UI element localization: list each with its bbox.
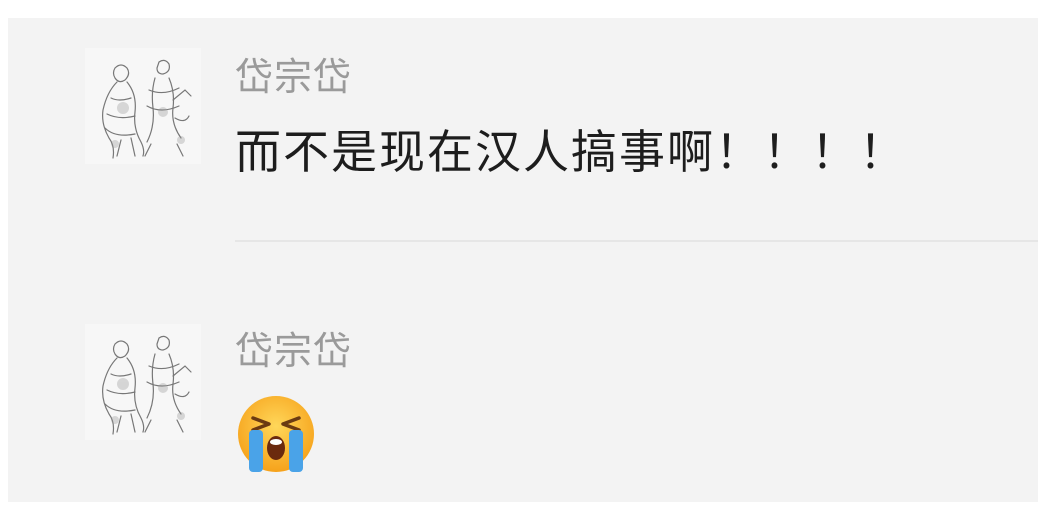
- comment-item: 岱宗岱: [8, 300, 1038, 500]
- comment-username[interactable]: 岱宗岱: [235, 320, 352, 375]
- comment-list: 岱宗岱 而不是现在汉人搞事啊！！！！ 岱宗岱: [8, 18, 1038, 502]
- avatar[interactable]: [85, 324, 201, 440]
- comment-item: 岱宗岱 而不是现在汉人搞事啊！！！！: [8, 18, 1038, 242]
- loudly-crying-face-icon: [235, 392, 317, 474]
- sketch-figures-avatar-icon: [102, 335, 192, 435]
- sketch-figures-avatar-icon: [102, 59, 192, 159]
- comment-username[interactable]: 岱宗岱: [235, 46, 352, 101]
- comment-divider: [235, 240, 1038, 242]
- comment-text: 而不是现在汉人搞事啊！！！！: [235, 125, 907, 179]
- avatar[interactable]: [85, 48, 201, 164]
